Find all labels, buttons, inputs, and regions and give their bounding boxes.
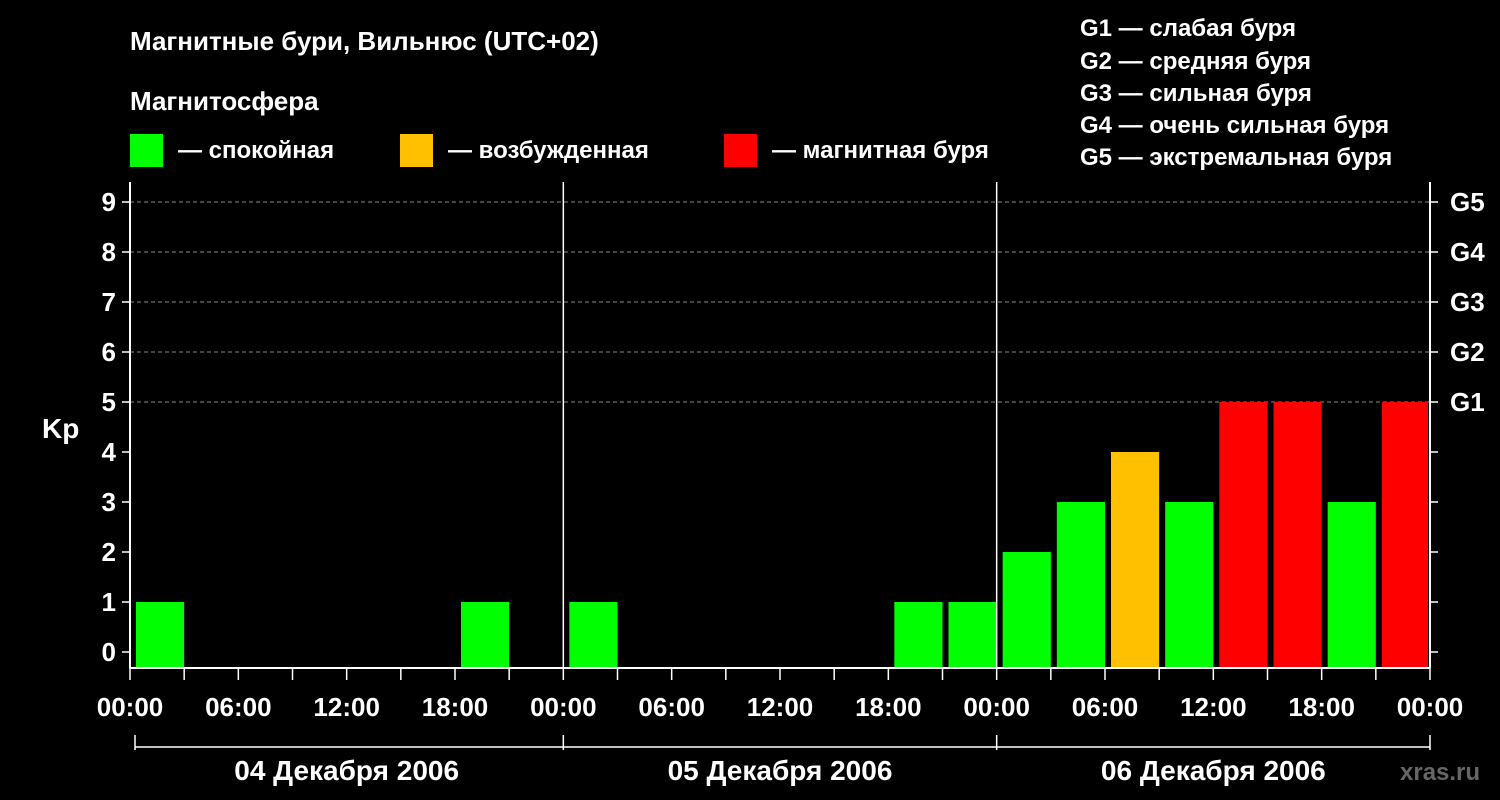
bar-18 <box>1111 452 1160 668</box>
g-tick-label: G4 <box>1450 237 1485 267</box>
g-tick-label: G5 <box>1450 187 1485 217</box>
g-scale-legend: G1 — слабая буря G2 — средняя буря G3 — … <box>1080 15 1392 171</box>
x-tick-label: 18:00 <box>422 692 489 722</box>
legend-heading: Магнитосфера <box>130 86 319 116</box>
y-tick-label: 0 <box>102 637 116 667</box>
grid-lines <box>130 201 1430 403</box>
legend-label-quiet: — спокойная <box>178 137 334 164</box>
day-label: 05 Декабря 2006 <box>668 755 893 786</box>
x-tick-label: 00:00 <box>963 692 1030 722</box>
bar-17 <box>1056 502 1105 668</box>
x-tick-label: 12:00 <box>1180 692 1247 722</box>
g-scale-g1: G1 — слабая буря <box>1080 15 1296 42</box>
x-tick-label: 18:00 <box>855 692 922 722</box>
g-scale-g3: G3 — сильная буря <box>1080 80 1312 107</box>
bar-21 <box>1273 402 1322 668</box>
x-tick-label: 06:00 <box>638 692 705 722</box>
watermark: xras.ru <box>1400 759 1480 786</box>
bar-0 <box>136 602 185 668</box>
bar-14 <box>894 602 943 668</box>
g-tick-label: G3 <box>1450 287 1485 317</box>
y-tick-label: 4 <box>102 437 117 467</box>
g-scale-g5: G5 — экстремальная буря <box>1080 144 1392 171</box>
g-scale-g2: G2 — средняя буря <box>1080 48 1311 75</box>
kp-chart: Магнитные бури, Вильнюс (UTC+02) Магнито… <box>42 15 1485 786</box>
legend-label-storm: — магнитная буря <box>772 137 989 164</box>
bar-15 <box>948 602 997 668</box>
bar-8 <box>569 602 618 668</box>
legend: — спокойная — возбужденная — магнитная б… <box>130 134 989 167</box>
day-label: 06 Декабря 2006 <box>1101 755 1326 786</box>
bars <box>136 402 1428 668</box>
y-tick-label: 5 <box>102 387 116 417</box>
bar-22 <box>1327 502 1376 668</box>
bar-16 <box>1002 552 1051 668</box>
g-tick-label: G1 <box>1450 387 1485 417</box>
x-tick-label: 00:00 <box>97 692 164 722</box>
day-label: 04 Декабря 2006 <box>234 755 459 786</box>
x-tick-label: 06:00 <box>205 692 272 722</box>
y-tick-label: 8 <box>102 237 116 267</box>
bar-19 <box>1165 502 1214 668</box>
y-tick-label: 1 <box>102 587 116 617</box>
y-axis-label: Kp <box>42 413 79 444</box>
x-tick-label: 06:00 <box>1072 692 1139 722</box>
g-tick-label: G2 <box>1450 337 1485 367</box>
legend-label-active: — возбужденная <box>448 137 649 164</box>
g-scale-g4: G4 — очень сильная буря <box>1080 112 1389 139</box>
y-tick-label: 6 <box>102 337 116 367</box>
y-tick-label: 3 <box>102 487 116 517</box>
x-tick-label: 18:00 <box>1288 692 1355 722</box>
bar-6 <box>461 602 510 668</box>
chart-title: Магнитные бури, Вильнюс (UTC+02) <box>130 26 599 56</box>
legend-swatch-storm <box>724 134 757 167</box>
legend-swatch-active <box>400 134 433 167</box>
y-tick-label: 2 <box>102 537 116 567</box>
x-tick-label: 00:00 <box>1397 692 1464 722</box>
y-tick-label: 7 <box>102 287 116 317</box>
x-tick-label: 12:00 <box>313 692 380 722</box>
y-tick-label: 9 <box>102 187 116 217</box>
bar-23 <box>1381 402 1428 668</box>
legend-swatch-quiet <box>130 134 163 167</box>
x-tick-label: 12:00 <box>747 692 814 722</box>
x-tick-label: 00:00 <box>530 692 597 722</box>
bar-20 <box>1219 402 1268 668</box>
